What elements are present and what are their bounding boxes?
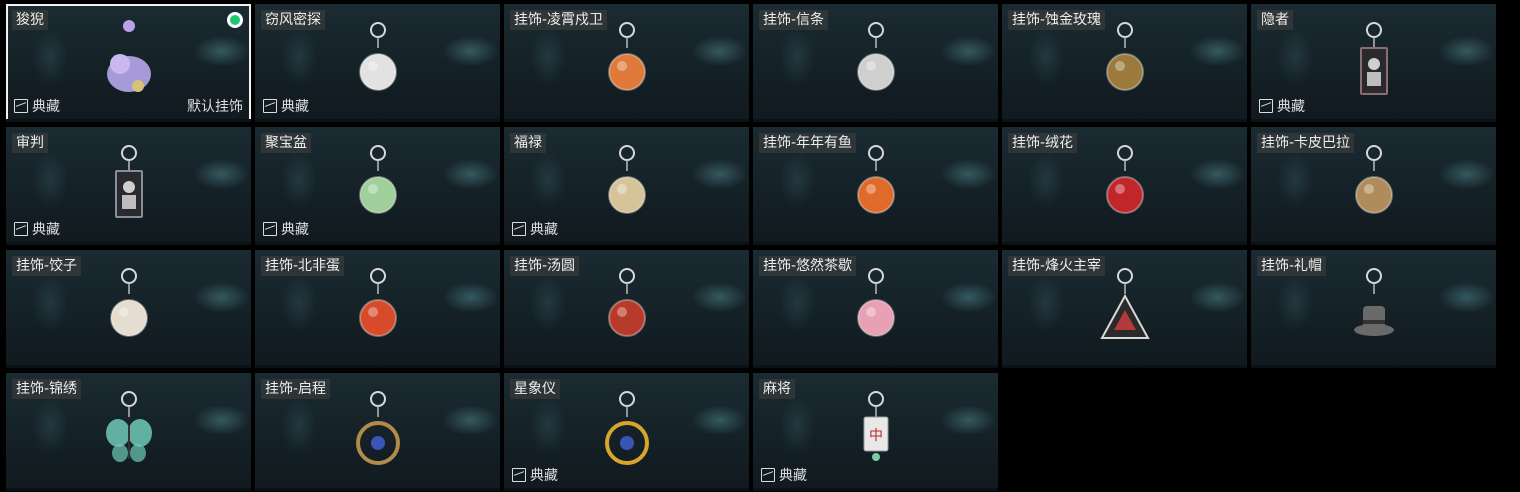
charm-name: 挂饰-卡皮巴拉 <box>1257 133 1355 153</box>
charm-card-2[interactable]: 窃风密探 典藏 <box>255 4 500 122</box>
charm-card-1[interactable]: 狻猊 典藏 默认挂饰 <box>6 4 251 122</box>
lion-charm-icon <box>94 12 164 112</box>
charm-card-8[interactable]: 聚宝盆 典藏 <box>255 127 500 245</box>
collection-label: 典藏 <box>779 468 807 484</box>
collection-image-icon <box>263 99 277 113</box>
collection-badge: 典藏 <box>512 219 558 239</box>
collection-badge: 典藏 <box>512 465 558 485</box>
charm-card-15[interactable]: 挂饰-汤圆 <box>504 250 749 368</box>
mahjong-tile-charm-icon: 中 <box>841 381 911 481</box>
charm-name: 挂饰-凌霄戍卫 <box>510 10 608 30</box>
collection-label: 典藏 <box>32 222 60 238</box>
collection-image-icon <box>14 222 28 236</box>
figure-charm-icon <box>343 12 413 112</box>
collection-label: 典藏 <box>281 99 309 115</box>
collection-label: 典藏 <box>530 468 558 484</box>
treasure-bowl-charm-icon <box>343 135 413 235</box>
collection-badge: 典藏 <box>263 96 309 116</box>
top-hat-charm-icon <box>1339 258 1409 358</box>
collection-badge: 典藏 <box>263 219 309 239</box>
charm-card-10[interactable]: 挂饰-年年有鱼 <box>753 127 998 245</box>
charm-name: 审判 <box>12 133 48 153</box>
svg-text:中: 中 <box>869 428 883 444</box>
collection-label: 典藏 <box>530 222 558 238</box>
charm-name: 挂饰-启程 <box>261 379 331 399</box>
charm-name: 挂饰-信条 <box>759 10 829 30</box>
charm-name: 聚宝盆 <box>261 133 311 153</box>
charm-name: 挂饰-年年有鱼 <box>759 133 857 153</box>
charm-card-16[interactable]: 挂饰-悠然茶歇 <box>753 250 998 368</box>
charm-name: 挂饰-绒花 <box>1008 133 1078 153</box>
charm-card-19[interactable]: 挂饰-锦绣 <box>6 373 251 491</box>
collection-image-icon <box>1259 99 1273 113</box>
dumpling-plate-charm-icon <box>94 258 164 358</box>
charm-card-18[interactable]: 挂饰-礼帽 <box>1251 250 1496 368</box>
charm-name: 挂饰-蚀金玫瑰 <box>1008 10 1106 30</box>
collection-badge: 典藏 <box>14 219 60 239</box>
charm-card-4[interactable]: 挂饰-信条 <box>753 4 998 122</box>
charm-card-7[interactable]: 审判 典藏 <box>6 127 251 245</box>
charm-name: 挂饰-汤圆 <box>510 256 580 276</box>
velvet-flower-charm-icon <box>1090 135 1160 235</box>
charm-name: 星象仪 <box>510 379 560 399</box>
charm-card-17[interactable]: 挂饰-烽火主宰 <box>1002 250 1247 368</box>
butterfly-charm-icon <box>94 381 164 481</box>
charm-name: 挂饰-锦绣 <box>12 379 82 399</box>
shakshuka-charm-icon <box>343 258 413 358</box>
collection-image-icon <box>263 222 277 236</box>
selected-check-icon <box>227 12 243 28</box>
charm-name: 麻将 <box>759 379 795 399</box>
charm-name: 隐者 <box>1257 10 1293 30</box>
charm-name: 挂饰-烽火主宰 <box>1008 256 1106 276</box>
collection-label: 典藏 <box>1277 99 1305 115</box>
charm-card-9[interactable]: 福禄 典藏 <box>504 127 749 245</box>
collection-image-icon <box>512 222 526 236</box>
collection-image-icon <box>512 468 526 482</box>
judgement-card-charm-icon <box>94 135 164 235</box>
tarot-card-charm-icon <box>1339 12 1409 112</box>
charm-card-11[interactable]: 挂饰-绒花 <box>1002 127 1247 245</box>
collection-label: 典藏 <box>281 222 309 238</box>
collection-image-icon <box>761 468 775 482</box>
charm-card-13[interactable]: 挂饰-饺子 <box>6 250 251 368</box>
collection-image-icon <box>14 99 28 113</box>
astrolabe-charm-icon <box>592 381 662 481</box>
charm-card-22[interactable]: 中 麻将 典藏 <box>753 373 998 491</box>
collection-badge: 典藏 <box>14 96 60 116</box>
charm-name: 窃风密探 <box>261 10 325 30</box>
charm-card-21[interactable]: 星象仪 典藏 <box>504 373 749 491</box>
goblet-charm-icon <box>841 12 911 112</box>
charm-name: 挂饰-饺子 <box>12 256 82 276</box>
compass-ring-charm-icon <box>343 381 413 481</box>
collection-badge: 典藏 <box>761 465 807 485</box>
collection-label: 典藏 <box>32 99 60 115</box>
charm-name: 福禄 <box>510 133 546 153</box>
charm-name: 挂饰-礼帽 <box>1257 256 1327 276</box>
charm-card-5[interactable]: 挂饰-蚀金玫瑰 <box>1002 4 1247 122</box>
charm-grid: 狻猊 典藏 默认挂饰 窃风密探 典藏 挂饰-凌霄戍卫 挂饰-信条 挂饰-蚀金玫瑰 … <box>6 4 1496 491</box>
collection-badge: 典藏 <box>1259 96 1305 116</box>
gourd-charm-icon <box>592 135 662 235</box>
charm-card-20[interactable]: 挂饰-启程 <box>255 373 500 491</box>
charm-card-14[interactable]: 挂饰-北非蛋 <box>255 250 500 368</box>
charm-name: 狻猊 <box>12 10 48 30</box>
charm-name: 挂饰-悠然茶歇 <box>759 256 857 276</box>
default-charm-label: 默认挂饰 <box>187 99 243 115</box>
charm-card-3[interactable]: 挂饰-凌霄戍卫 <box>504 4 749 122</box>
charm-name: 挂饰-北非蛋 <box>261 256 345 276</box>
charm-card-6[interactable]: 隐者 典藏 <box>1251 4 1496 122</box>
tangyuan-bowl-charm-icon <box>592 258 662 358</box>
charm-card-12[interactable]: 挂饰-卡皮巴拉 <box>1251 127 1496 245</box>
